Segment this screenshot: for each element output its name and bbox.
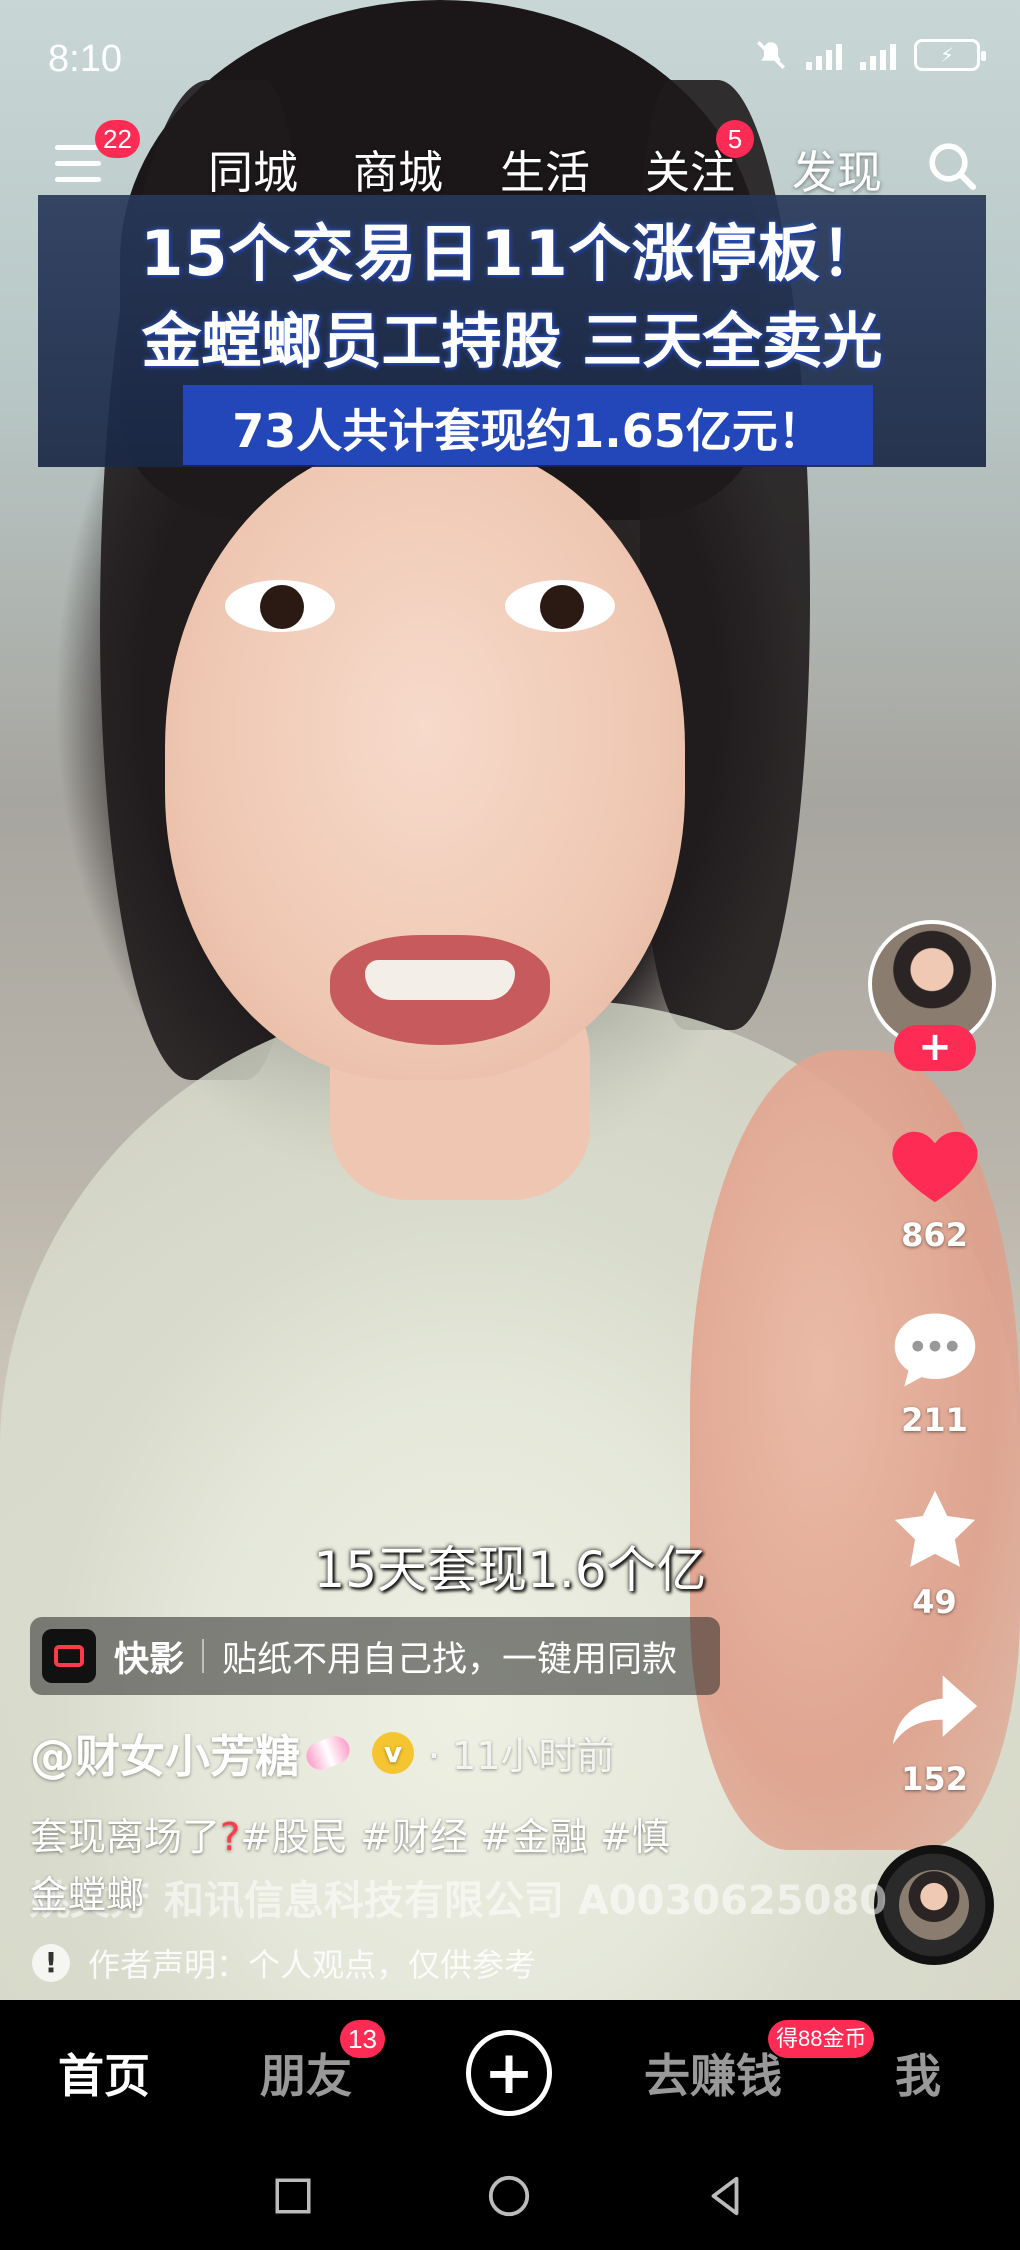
back-icon[interactable]: [702, 2173, 748, 2219]
status-time: 8:10: [48, 38, 122, 80]
headline-line-3: 73人共计套现约1.65亿元！: [232, 404, 824, 458]
earn-badge: 得88金币: [768, 2020, 875, 2058]
tab-me[interactable]: 我: [895, 2040, 941, 2106]
menu-button[interactable]: [55, 145, 101, 185]
tab-friends[interactable]: 朋友: [260, 2040, 352, 2106]
headline-line-3-box: 73人共计套现约1.65亿元！: [183, 385, 873, 465]
guanzhu-badge: 5: [716, 120, 754, 158]
kuaiying-divider: [202, 1639, 205, 1673]
headline-line-2: 金螳螂员工持股 三天全卖光: [141, 307, 883, 377]
disclaimer-text: 作者声明：个人观点，仅供参考: [88, 1946, 537, 1984]
description-text: 套现离场了: [30, 1815, 221, 1859]
comment-action[interactable]: 211: [862, 1305, 1007, 1439]
author-row: @财女小芳糖 v · 11小时前: [30, 1720, 615, 1785]
status-icons: ⚡: [754, 38, 986, 72]
music-disc-avatar: [899, 1870, 969, 1940]
status-bar: 8:10 ⚡: [0, 0, 1020, 110]
heart-icon: [891, 1131, 978, 1203]
create-button[interactable]: +: [466, 2030, 552, 2116]
verified-icon: v: [372, 1731, 415, 1774]
friends-badge: 13: [340, 2020, 385, 2058]
headline-banner: 15个交易日11个涨停板！ 金螳螂员工持股 三天全卖光 73人共计套现约1.65…: [38, 195, 986, 467]
signal-icon: [860, 40, 896, 70]
kuaiying-name: 快影: [114, 1639, 185, 1680]
system-nav-bar: [0, 2140, 1020, 2250]
like-action[interactable]: 862: [862, 1120, 1007, 1254]
music-disc[interactable]: [874, 1845, 994, 1965]
post-time: · 11小时前: [428, 1734, 615, 1778]
like-count: 862: [901, 1216, 968, 1254]
description-hashtags[interactable]: #股民 #财经 #金融 #慎: [240, 1815, 670, 1859]
menu-badge: 22: [95, 120, 140, 158]
top-nav: 22 同城 商城 生活 关注 5 发现: [0, 120, 1020, 210]
search-icon[interactable]: [924, 138, 980, 194]
author-name[interactable]: @财女小芳糖: [30, 1720, 300, 1785]
kuaiying-text: 贴纸不用自己找，一键用同款: [222, 1639, 678, 1680]
follow-button[interactable]: +: [894, 1025, 976, 1071]
exclamation-icon: !: [32, 1944, 70, 1982]
author-disclaimer: ! 作者声明：个人观点，仅供参考: [32, 1940, 536, 1986]
video-frame-mouth: [330, 935, 550, 1045]
mute-icon: [756, 40, 786, 70]
tab-tongcheng[interactable]: 同城: [208, 136, 298, 201]
favorite-count: 49: [912, 1583, 957, 1621]
kuaiying-camera-icon: [42, 1629, 96, 1683]
description-line-2: 金螳螂: [30, 1873, 145, 1917]
share-action[interactable]: 152: [862, 1670, 1007, 1798]
tab-shenghuo[interactable]: 生活: [500, 136, 590, 201]
bottom-tab-bar: 首页 朋友 13 + 去赚钱 得88金币 我: [0, 2000, 1020, 2140]
home-icon[interactable]: [486, 2173, 532, 2219]
recent-apps-icon[interactable]: [272, 2175, 314, 2217]
signal-icon: [806, 40, 842, 70]
share-icon: [892, 1675, 977, 1745]
tab-earn[interactable]: 去赚钱: [644, 2040, 782, 2106]
share-count: 152: [901, 1760, 968, 1798]
star-icon: [894, 1490, 975, 1567]
video-frame-eye: [505, 580, 615, 632]
candy-icon: [302, 1731, 354, 1774]
video-description[interactable]: 套现离场了?#股民 #财经 #金融 #慎 金螳螂: [30, 1808, 750, 1924]
favorite-action[interactable]: 49: [862, 1485, 1007, 1621]
battery-charging-icon: ⚡: [914, 39, 986, 71]
headline-line-1: 15个交易日11个涨停板！: [140, 217, 884, 290]
tab-faxian[interactable]: 发现: [792, 136, 882, 201]
video-frame-eye: [225, 580, 335, 632]
comment-count: 211: [901, 1401, 968, 1439]
tab-shangcheng[interactable]: 商城: [353, 136, 443, 201]
question-mark-icon: ?: [220, 1815, 241, 1859]
comment-icon: [894, 1313, 975, 1387]
tab-home[interactable]: 首页: [58, 2040, 150, 2106]
kuaiying-banner[interactable]: 快影 贴纸不用自己找，一键用同款: [30, 1617, 720, 1695]
